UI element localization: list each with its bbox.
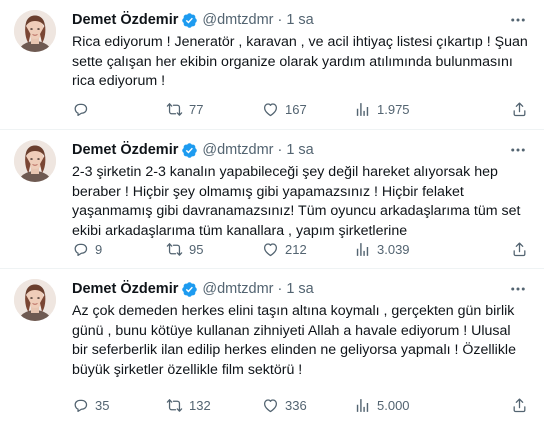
like-count: 212: [285, 241, 307, 257]
share-button[interactable]: [511, 395, 528, 415]
retweet-count: 77: [189, 101, 204, 117]
reply-icon: [72, 397, 89, 414]
retweet-icon: [166, 101, 183, 118]
more-dots-icon: [509, 280, 527, 298]
views-chart-icon: [354, 101, 371, 118]
tweet-item[interactable]: Demet Özdemir @dmtzdmr · 1 sa Az çok dem…: [0, 269, 544, 424]
verified-badge-icon: [181, 12, 198, 29]
share-button[interactable]: [511, 99, 528, 119]
reply-button[interactable]: 35: [72, 395, 166, 415]
views-button[interactable]: 3.039: [354, 239, 474, 259]
more-options-button[interactable]: [508, 279, 528, 299]
views-button[interactable]: 1.975: [354, 99, 474, 119]
views-count: 3.039: [377, 241, 410, 257]
like-count: 336: [285, 397, 307, 413]
reply-count: 9: [95, 241, 103, 257]
retweet-button[interactable]: 77: [166, 99, 262, 119]
views-button[interactable]: 5.000: [354, 395, 474, 415]
tweet-header: Demet Özdemir @dmtzdmr · 1 sa: [72, 140, 528, 160]
more-dots-icon: [509, 11, 527, 29]
heart-icon: [262, 101, 279, 118]
retweet-count: 95: [189, 241, 204, 257]
retweet-count: 132: [189, 397, 211, 413]
avatar[interactable]: [14, 140, 56, 182]
author-handle[interactable]: @dmtzdmr: [202, 12, 273, 28]
like-count: 167: [285, 101, 307, 117]
tweet-text: 2-3 şirketin 2-3 kanalın yapabileceği şe…: [72, 164, 525, 239]
tweet-actions: 9 95 212 3.039: [72, 239, 528, 259]
reply-count: 35: [95, 397, 110, 413]
more-dots-icon: [509, 141, 527, 159]
reply-icon: [72, 241, 89, 258]
author-name[interactable]: Demet Özdemir: [72, 281, 178, 297]
tweet-item[interactable]: Demet Özdemir @dmtzdmr · 1 sa Rica ediyo…: [0, 0, 544, 130]
timestamp[interactable]: 1 sa: [286, 12, 313, 28]
avatar[interactable]: [14, 279, 56, 321]
reply-icon: [72, 101, 89, 118]
tweet-text: Rica ediyorum ! Jeneratör , karavan , ve…: [72, 34, 532, 89]
tweet-text: Az çok demeden herkes elini taşın altına…: [72, 303, 520, 378]
more-options-button[interactable]: [508, 140, 528, 160]
views-chart-icon: [354, 241, 371, 258]
like-button[interactable]: 336: [262, 395, 354, 415]
share-icon: [511, 397, 528, 414]
retweet-button[interactable]: 95: [166, 239, 262, 259]
heart-icon: [262, 397, 279, 414]
retweet-icon: [166, 241, 183, 258]
share-button[interactable]: [511, 239, 528, 259]
more-options-button[interactable]: [508, 10, 528, 30]
author-handle[interactable]: @dmtzdmr: [202, 281, 273, 297]
views-chart-icon: [354, 397, 371, 414]
share-icon: [511, 101, 528, 118]
retweet-icon: [166, 397, 183, 414]
like-button[interactable]: 167: [262, 99, 354, 119]
profile-photo: [14, 140, 56, 182]
tweet-actions: 35 132 336 5.000: [72, 395, 528, 415]
heart-icon: [262, 241, 279, 258]
tweet-header: Demet Özdemir @dmtzdmr · 1 sa: [72, 10, 528, 30]
verified-badge-icon: [181, 142, 198, 159]
retweet-button[interactable]: 132: [166, 395, 262, 415]
author-handle[interactable]: @dmtzdmr: [202, 142, 273, 158]
tweet-actions: 77 167 1.975: [72, 99, 528, 119]
timestamp[interactable]: 1 sa: [286, 281, 313, 297]
timestamp[interactable]: 1 sa: [286, 142, 313, 158]
separator-dot: ·: [277, 142, 283, 158]
author-name[interactable]: Demet Özdemir: [72, 142, 178, 158]
author-name[interactable]: Demet Özdemir: [72, 12, 178, 28]
like-button[interactable]: 212: [262, 239, 354, 259]
reply-button[interactable]: [72, 99, 166, 119]
share-icon: [511, 241, 528, 258]
profile-photo: [14, 10, 56, 52]
separator-dot: ·: [277, 281, 283, 297]
views-count: 1.975: [377, 101, 410, 117]
separator-dot: ·: [277, 12, 283, 28]
tweet-header: Demet Özdemir @dmtzdmr · 1 sa: [72, 279, 528, 299]
verified-badge-icon: [181, 281, 198, 298]
views-count: 5.000: [377, 397, 410, 413]
profile-photo: [14, 279, 56, 321]
avatar[interactable]: [14, 10, 56, 52]
reply-button[interactable]: 9: [72, 239, 166, 259]
tweet-item[interactable]: Demet Özdemir @dmtzdmr · 1 sa 2-3 şirket…: [0, 130, 544, 269]
